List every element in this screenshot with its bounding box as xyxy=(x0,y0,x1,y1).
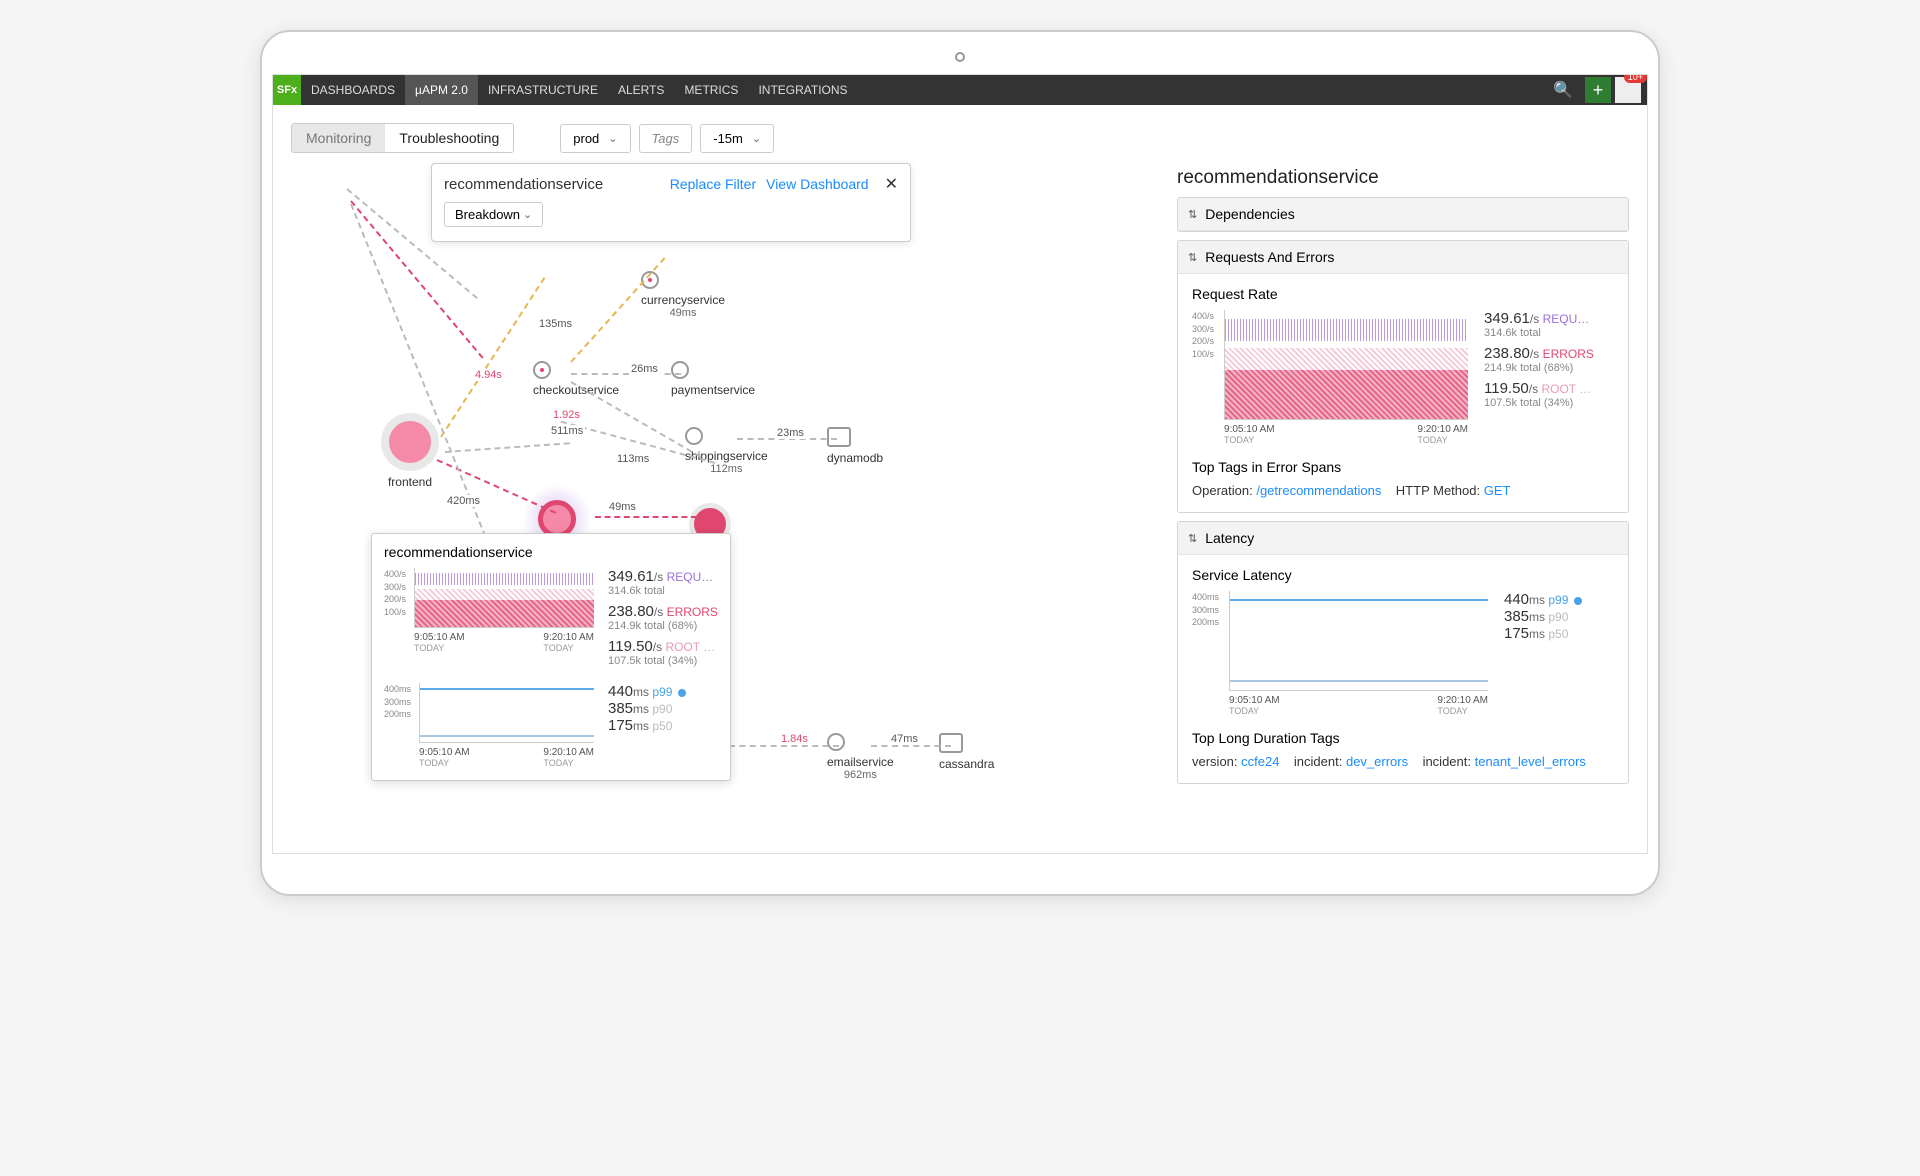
chart-y-axis: 400ms300ms200ms xyxy=(1192,591,1219,716)
chart-stats: 349.61/s REQU… 314.6k total 238.80/s ERR… xyxy=(1484,310,1614,445)
node-frontend[interactable]: frontend xyxy=(381,413,439,489)
section-title: Requests And Errors xyxy=(1205,249,1334,265)
expand-icon: ⇅ xyxy=(1188,532,1197,545)
mode-troubleshooting[interactable]: Troubleshooting xyxy=(385,124,513,152)
expand-icon: ⇅ xyxy=(1188,251,1197,264)
nav-apm[interactable]: µAPM 2.0 xyxy=(405,75,478,105)
edge-latency: 26ms xyxy=(629,363,660,375)
http-method-link[interactable]: GET xyxy=(1484,483,1511,498)
edge-latency: 1.92s xyxy=(551,409,582,421)
expand-icon: ⇅ xyxy=(1188,208,1197,221)
right-panel-title: recommendationservice xyxy=(1177,167,1629,189)
section-title: Latency xyxy=(1205,530,1254,546)
brand-logo[interactable]: SFx xyxy=(273,75,301,105)
edge-latency: 47ms xyxy=(889,733,920,745)
edge-latency: 4.94s xyxy=(473,369,504,381)
chart-y-axis: 400ms300ms200ms xyxy=(384,683,411,768)
nav-metrics[interactable]: METRICS xyxy=(674,75,748,105)
node-currencyservice[interactable]: currencyservice 49ms xyxy=(641,271,725,319)
latency-chart[interactable] xyxy=(1229,591,1488,691)
edge-latency: 1.84s xyxy=(779,733,810,745)
section-title: Dependencies xyxy=(1205,206,1295,222)
version-label: version: xyxy=(1192,754,1238,769)
node-shippingservice[interactable]: shippingservice 112ms xyxy=(685,427,768,475)
device-camera xyxy=(955,52,965,62)
edge-latency: 49ms xyxy=(607,501,638,513)
node-sub: 962ms xyxy=(827,769,894,781)
nav-integrations[interactable]: INTEGRATIONS xyxy=(748,75,857,105)
node-label: frontend xyxy=(381,475,439,489)
top-tags-title: Top Tags in Error Spans xyxy=(1192,459,1614,475)
node-sub: 49ms xyxy=(641,307,725,319)
chart-time-start: 9:05:10 AM xyxy=(414,632,465,643)
add-button[interactable]: + xyxy=(1585,77,1611,103)
breakdown-select[interactable]: Breakdown xyxy=(444,202,543,227)
node-label: emailservice xyxy=(827,755,894,769)
request-rate-title: Request Rate xyxy=(1192,286,1614,302)
incident-label: incident: xyxy=(1294,754,1342,769)
edge-latency: 420ms xyxy=(445,495,482,507)
incident-label: incident: xyxy=(1423,754,1471,769)
tooltip-stats: 349.61/s REQU… 314.6k total 238.80/s ERR… xyxy=(608,568,718,673)
node-label: dynamodb xyxy=(827,451,883,465)
service-tooltip-card: recommendationservice 400/s300/s200/s100… xyxy=(371,533,731,781)
edge-latency: 511ms xyxy=(549,425,585,437)
node-sub: 112ms xyxy=(685,463,768,475)
request-rate-chart[interactable] xyxy=(1224,310,1468,420)
tooltip-latency-stats: 440ms p99 385ms p90 175ms p50 xyxy=(608,683,718,768)
http-label: HTTP Method: xyxy=(1396,483,1480,498)
operation-link[interactable]: /getrecommendations xyxy=(1256,483,1381,498)
service-latency-title: Service Latency xyxy=(1192,567,1614,583)
controls-bar: Monitoring Troubleshooting prod Tags -15… xyxy=(273,105,1647,163)
notification-badge: 10+ xyxy=(1624,74,1647,83)
requests-errors-section-header[interactable]: ⇅ Requests And Errors xyxy=(1178,241,1628,274)
latency-stats: 440ms p99 385ms p90 175ms p50 xyxy=(1504,591,1614,716)
operation-label: Operation: xyxy=(1192,483,1253,498)
view-dashboard-link[interactable]: View Dashboard xyxy=(766,176,868,192)
incident-link[interactable]: tenant_level_errors xyxy=(1475,754,1586,769)
environment-select[interactable]: prod xyxy=(560,124,630,153)
latency-section-header[interactable]: ⇅ Latency xyxy=(1178,522,1628,555)
time-select[interactable]: -15m xyxy=(700,124,774,153)
popover-title: recommendationservice xyxy=(444,176,603,193)
chart-time-end: 9:20:10 AM xyxy=(1437,695,1488,706)
nav-alerts[interactable]: ALERTS xyxy=(608,75,674,105)
chart-time-start: 9:05:10 AM xyxy=(1224,424,1275,435)
top-nav: SFx DASHBOARDS µAPM 2.0 INFRASTRUCTURE A… xyxy=(273,75,1647,105)
mode-monitoring[interactable]: Monitoring xyxy=(292,124,385,152)
node-paymentservice[interactable]: paymentservice xyxy=(671,361,755,397)
service-popover: recommendationservice Replace Filter Vie… xyxy=(431,163,911,242)
version-link[interactable]: ccfe24 xyxy=(1241,754,1279,769)
latency-mini-chart xyxy=(419,683,594,743)
chart-time-start: 9:05:10 AM xyxy=(1229,695,1280,706)
edge-latency: 23ms xyxy=(775,427,806,439)
incident-link[interactable]: dev_errors xyxy=(1346,754,1408,769)
nav-dashboards[interactable]: DASHBOARDS xyxy=(301,75,405,105)
tags-filter[interactable]: Tags xyxy=(639,124,693,153)
edge-latency: 135ms xyxy=(537,318,574,330)
node-label: currencyservice xyxy=(641,293,725,307)
user-avatar[interactable]: 10+ xyxy=(1615,77,1641,103)
tooltip-title: recommendationservice xyxy=(384,544,718,560)
chart-time-end: 9:20:10 AM xyxy=(1417,424,1468,435)
mode-toggle: Monitoring Troubleshooting xyxy=(291,123,514,153)
node-cassandra[interactable]: cassandra xyxy=(939,733,994,771)
close-icon[interactable]: ✕ xyxy=(885,174,898,194)
node-dynamodb[interactable]: dynamodb xyxy=(827,427,883,465)
node-emailservice[interactable]: emailservice 962ms xyxy=(827,733,894,781)
search-icon[interactable]: 🔍 xyxy=(1545,80,1581,100)
chart-y-axis: 400/s300/s200/s100/s xyxy=(1192,310,1214,445)
request-rate-mini-chart xyxy=(414,568,594,628)
edge-latency: 113ms xyxy=(615,453,651,465)
node-label: cassandra xyxy=(939,757,994,771)
node-checkoutservice[interactable]: checkoutservice xyxy=(533,361,619,397)
chart-y-axis: 400/s300/s200/s100/s xyxy=(384,568,406,673)
dependencies-section-header[interactable]: ⇅ Dependencies xyxy=(1178,198,1628,231)
node-label: paymentservice xyxy=(671,383,755,397)
nav-infrastructure[interactable]: INFRASTRUCTURE xyxy=(478,75,608,105)
chart-time-end: 9:20:10 AM xyxy=(543,632,594,643)
replace-filter-link[interactable]: Replace Filter xyxy=(670,176,756,192)
long-duration-tags-title: Top Long Duration Tags xyxy=(1192,730,1614,746)
